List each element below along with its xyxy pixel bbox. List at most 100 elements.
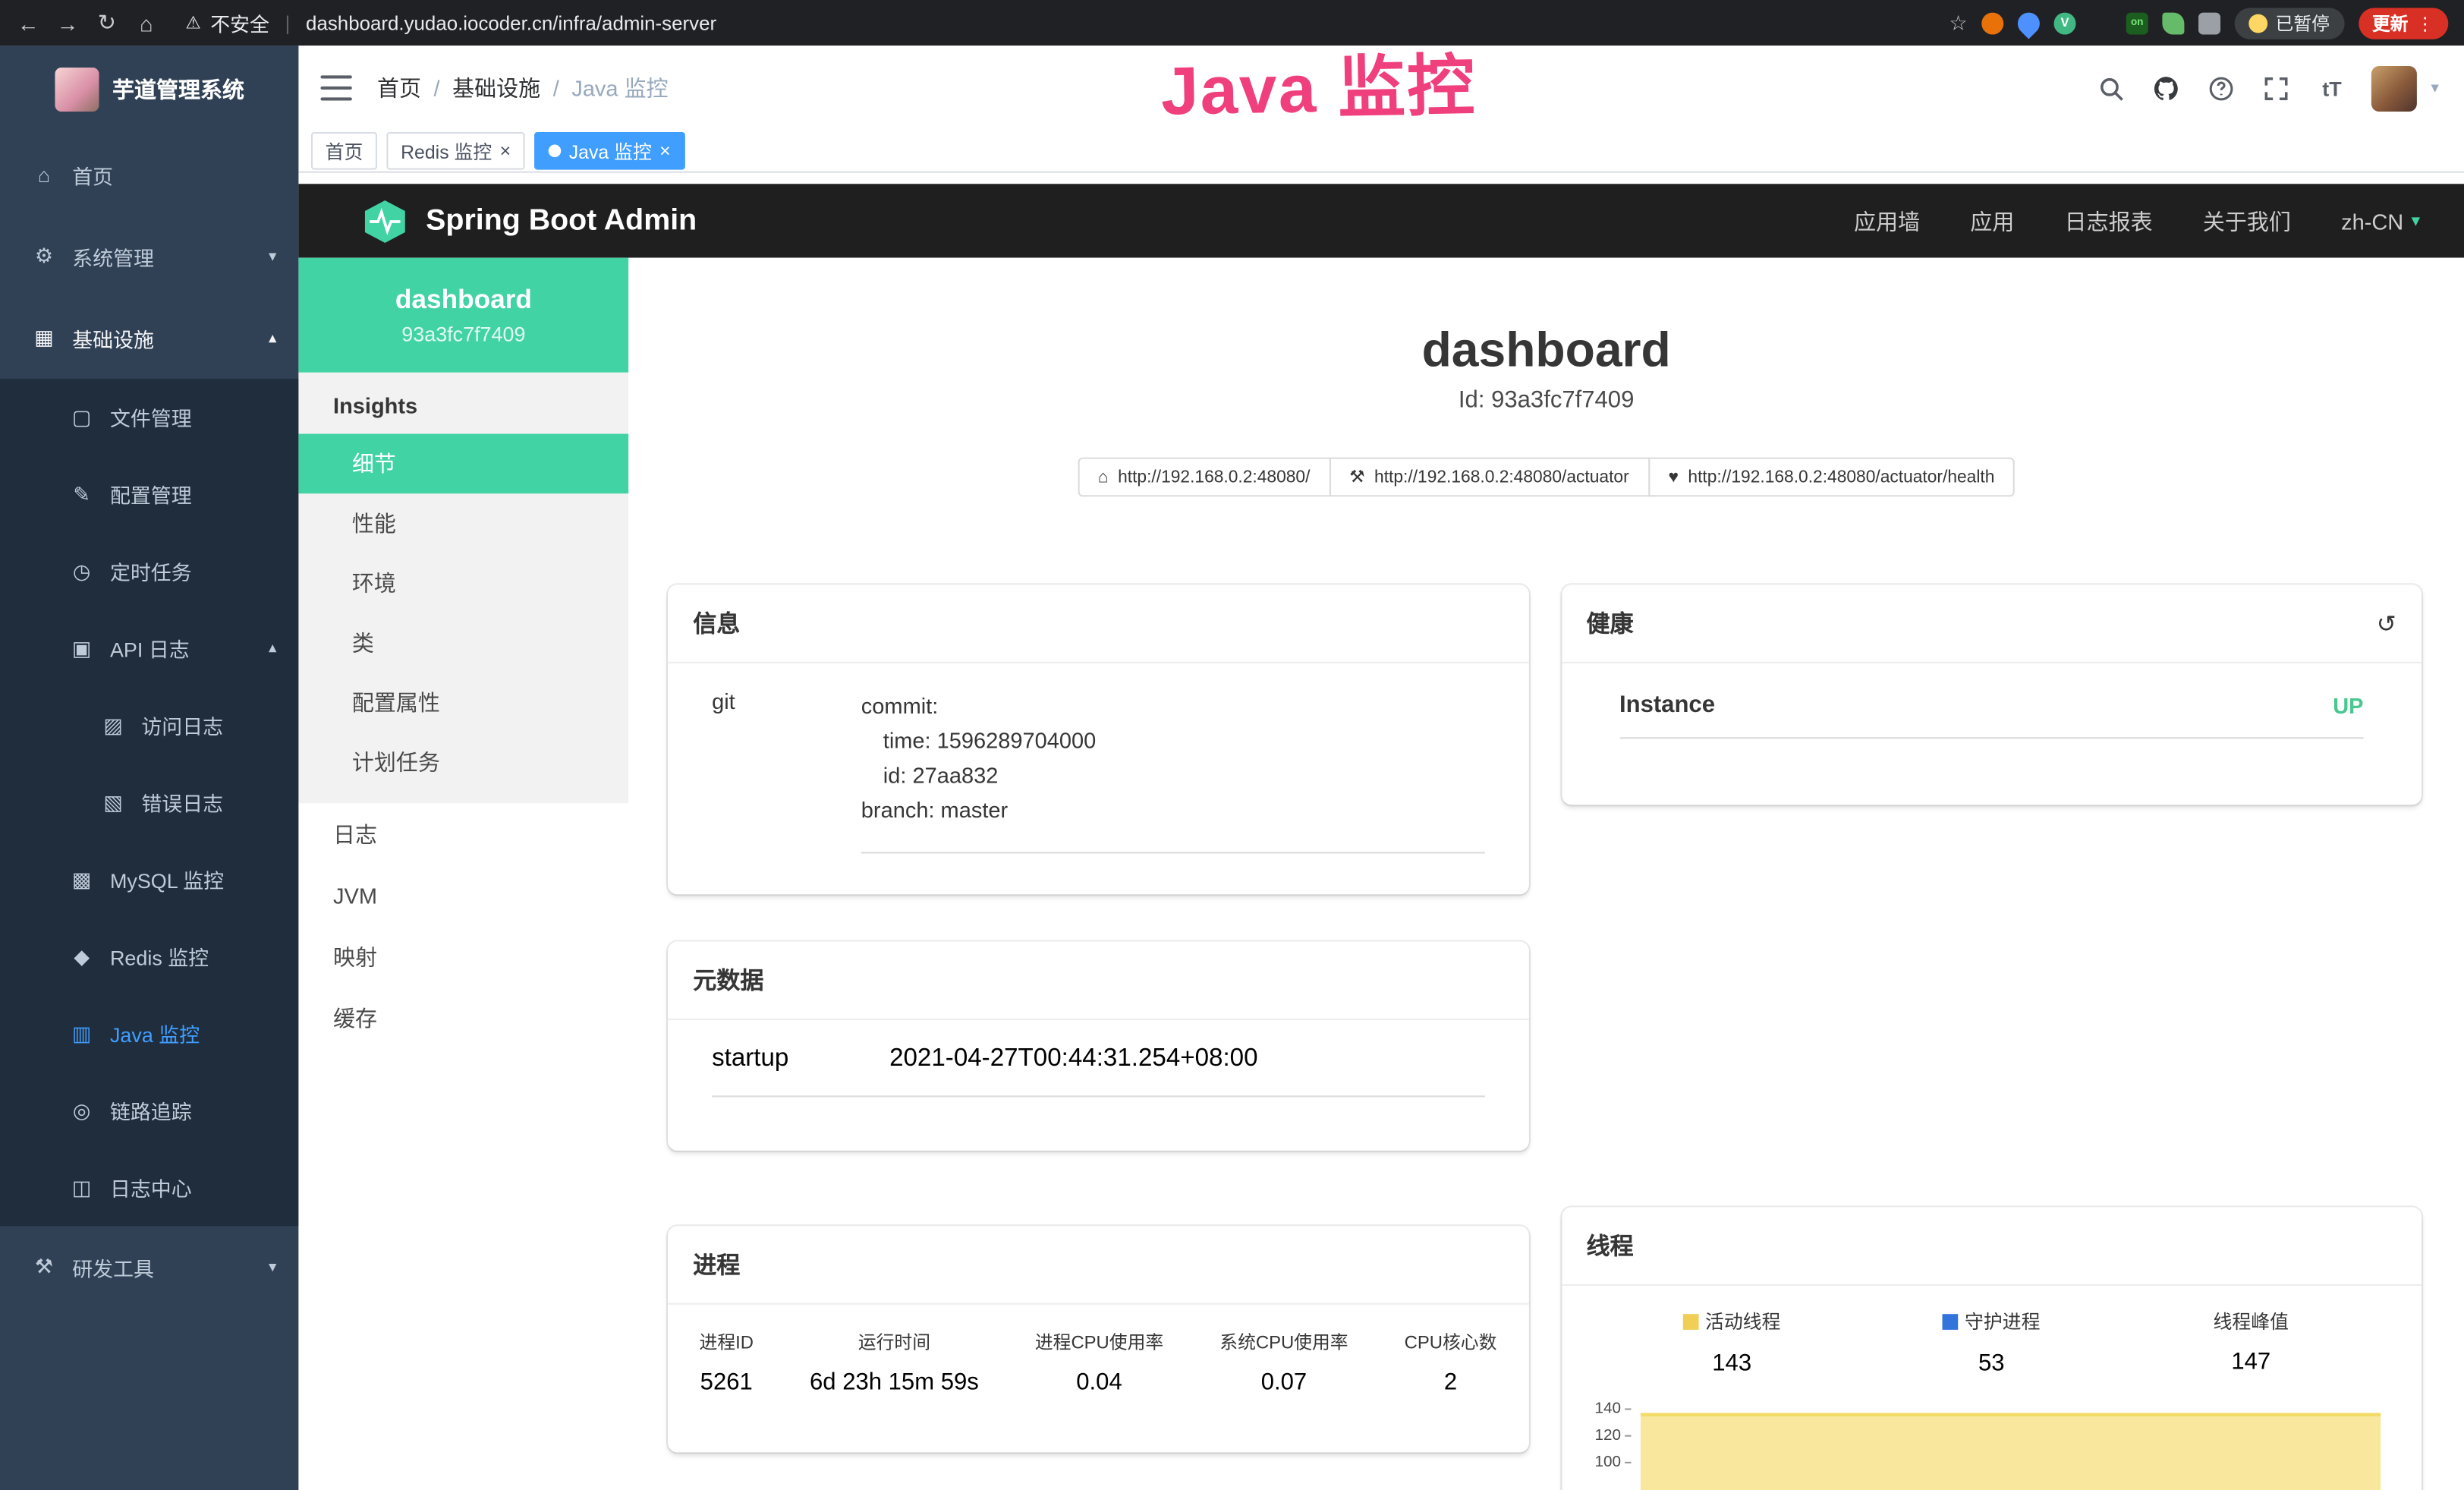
sba-logo-icon — [361, 197, 408, 244]
process-col-pid: 进程ID 5261 — [700, 1330, 754, 1396]
page-title: dashboard — [628, 324, 2464, 378]
sba-instance-header[interactable]: dashboard 93a3fc7f7409 — [298, 258, 628, 373]
access-log-icon: ▨ — [101, 713, 126, 738]
sidebar-item-java[interactable]: ▥ Java 监控 — [0, 995, 298, 1072]
address-bar[interactable]: ⚠ 不安全 | dashboard.yudao.iocoder.cn/infra… — [185, 8, 716, 37]
topbar: 首页 / 基础设施 / Java 监控 — [298, 46, 2464, 131]
close-icon[interactable]: × — [659, 141, 671, 160]
threads-chart-plot — [1637, 1395, 2399, 1490]
sba-locale-select[interactable]: zh-CN ▾ — [2341, 208, 2420, 233]
sba-nav-about[interactable]: 关于我们 — [2203, 205, 2291, 236]
home-icon: ⌂ — [31, 162, 56, 186]
sidebar-item-system[interactable]: ⚙ 系统管理 ▾ — [0, 216, 298, 298]
sba-item-caches[interactable]: 缓存 — [298, 987, 628, 1048]
breadcrumb-home[interactable]: 首页 — [377, 72, 421, 103]
sidebar-item-trace[interactable]: ◎ 链路追踪 — [0, 1072, 298, 1148]
extension-icon-drop[interactable] — [2013, 8, 2044, 39]
avatar-caret-icon[interactable]: ▾ — [2431, 80, 2438, 97]
history-icon[interactable]: ↺ — [2377, 610, 2396, 638]
sidebar-item-infra[interactable]: ▦ 基础设施 ▴ — [0, 297, 298, 379]
app-logo[interactable]: 芋道管理系统 — [0, 46, 298, 134]
api-log-icon: ▣ — [69, 636, 94, 661]
forward-icon[interactable]: → — [55, 10, 80, 35]
sba-item-scheduled[interactable]: 计划任务 — [298, 732, 628, 792]
sidebar-item-api-log[interactable]: ▣ API 日志 ▴ — [0, 610, 298, 686]
chevron-down-icon: ▾ — [269, 1258, 276, 1276]
instance-hero: dashboard Id: 93a3fc7f7409 ⌂ http://192.… — [628, 258, 2464, 497]
chevron-up-icon: ▴ — [269, 329, 276, 347]
sba-nav-wall[interactable]: 应用墙 — [1854, 205, 1920, 236]
security-label[interactable]: 不安全 — [210, 8, 269, 37]
logo-image — [54, 68, 98, 112]
chevron-down-icon: ▾ — [269, 247, 276, 265]
spring-boot-admin: Spring Boot Admin 应用墙 应用 日志报表 关于我们 zh-CN… — [298, 173, 2464, 1490]
reload-icon[interactable]: ↻ — [94, 9, 119, 36]
sidebar-item-dev-tools[interactable]: ⚒ 研发工具 ▾ — [0, 1226, 298, 1308]
sidebar-item-redis[interactable]: ◆ Redis 监控 — [0, 918, 298, 994]
clock-icon: ◷ — [69, 559, 94, 584]
sba-item-jvm[interactable]: JVM — [298, 865, 628, 926]
app-sidebar: 芋道管理系统 ⌂ 首页 ⚙ 系统管理 ▾ ▦ 基础设施 ▴ ▢ 文件管理 — [0, 46, 298, 1490]
sidebar-item-home[interactable]: ⌂ 首页 — [0, 134, 298, 216]
metadata-card: 元数据 startup 2021-04-27T00:44:31.254+08:0… — [668, 942, 1528, 1151]
instance-home-link[interactable]: ⌂ http://192.168.0.2:48080/ — [1078, 458, 1330, 497]
sba-nav-applications[interactable]: 应用 — [1970, 205, 2014, 236]
extension-icon-grid[interactable] — [2090, 12, 2112, 34]
sba-item-config-props[interactable]: 配置属性 — [298, 673, 628, 732]
close-icon[interactable]: × — [500, 141, 511, 160]
home-icon: ⌂ — [1098, 468, 1109, 487]
process-col-sys-cpu: 系统CPU使用率 0.07 — [1219, 1330, 1348, 1396]
kebab-menu-icon[interactable]: ⋮ — [2416, 12, 2434, 34]
vue-devtools-icon[interactable]: V — [2054, 12, 2076, 34]
health-row-instance: Instance UP — [1619, 691, 2364, 739]
collapse-menu-icon[interactable] — [320, 75, 351, 100]
sba-brand[interactable]: Spring Boot Admin — [361, 197, 697, 244]
sidebar-item-log-center[interactable]: ◫ 日志中心 — [0, 1149, 298, 1226]
git-commit-line: commit: — [861, 688, 1484, 723]
sba-item-mappings[interactable]: 映射 — [298, 926, 628, 988]
sba-item-details[interactable]: 细节 — [298, 434, 628, 494]
user-avatar[interactable] — [2371, 65, 2417, 111]
sba-item-loggers[interactable]: 日志 — [298, 803, 628, 865]
sidebar-item-job[interactable]: ◷ 定时任务 — [0, 533, 298, 610]
github-icon[interactable] — [2151, 72, 2182, 103]
extension-icon-switch[interactable]: on — [2126, 12, 2148, 34]
sba-header: Spring Boot Admin 应用墙 应用 日志报表 关于我们 zh-CN… — [298, 184, 2464, 257]
fullscreen-icon[interactable] — [2261, 72, 2292, 103]
url-text[interactable]: dashboard.yudao.iocoder.cn/infra/admin-s… — [306, 12, 716, 34]
legend-swatch-blue — [1943, 1313, 1959, 1329]
sba-item-performance[interactable]: 性能 — [298, 493, 628, 553]
sidebar-item-file[interactable]: ▢ 文件管理 — [0, 379, 298, 455]
tab-java-monitor[interactable]: Java 监控 × — [534, 132, 684, 170]
help-icon[interactable] — [2206, 72, 2237, 103]
update-button[interactable]: 更新 ⋮ — [2358, 7, 2448, 38]
tab-home[interactable]: 首页 — [311, 132, 377, 170]
sidebar-item-config[interactable]: ✎ 配置管理 — [0, 456, 298, 533]
infra-submenu: ▢ 文件管理 ✎ 配置管理 ◷ 定时任务 ▣ API 日志 ▴ ▨ — [0, 379, 298, 1226]
bookmark-star-icon[interactable]: ☆ — [1949, 10, 1968, 35]
extension-icon-orange[interactable] — [1981, 12, 2003, 34]
browser-home-icon[interactable]: ⌂ — [134, 10, 159, 35]
edit-icon: ✎ — [69, 482, 94, 507]
instance-actuator-link[interactable]: ⚒ http://192.168.0.2:48080/actuator — [1329, 458, 1649, 497]
search-icon[interactable] — [2096, 72, 2127, 103]
paused-badge[interactable]: 已暂停 — [2235, 7, 2344, 38]
sba-item-classes[interactable]: 类 — [298, 613, 628, 673]
tab-redis-monitor[interactable]: Redis 监控 × — [386, 132, 524, 170]
error-log-icon: ▧ — [101, 790, 126, 815]
browser-toolbar-right: ☆ V on 已暂停 更新 ⋮ — [1949, 7, 2449, 38]
threads-card-title: 线程 — [1586, 1230, 1633, 1262]
metadata-card-title: 元数据 — [693, 964, 763, 997]
instance-health-link[interactable]: ♥ http://192.168.0.2:48080/actuator/heal… — [1648, 458, 2016, 497]
sidebar-item-access-log[interactable]: ▨ 访问日志 — [0, 687, 298, 764]
font-size-icon[interactable]: tT — [2316, 72, 2347, 103]
back-icon[interactable]: ← — [16, 10, 41, 35]
breadcrumb-infra[interactable]: 基础设施 — [452, 72, 540, 103]
sidebar-item-error-log[interactable]: ▧ 错误日志 — [0, 764, 298, 840]
sba-nav-journal[interactable]: 日志报表 — [2065, 205, 2153, 236]
extensions-puzzle-icon[interactable] — [2198, 12, 2220, 34]
extension-icon-leaf[interactable] — [2162, 12, 2184, 34]
sidebar-item-mysql[interactable]: ▩ MySQL 监控 — [0, 841, 298, 918]
sba-item-environment[interactable]: 环境 — [298, 553, 628, 613]
metadata-row-label: startup — [712, 1045, 889, 1073]
